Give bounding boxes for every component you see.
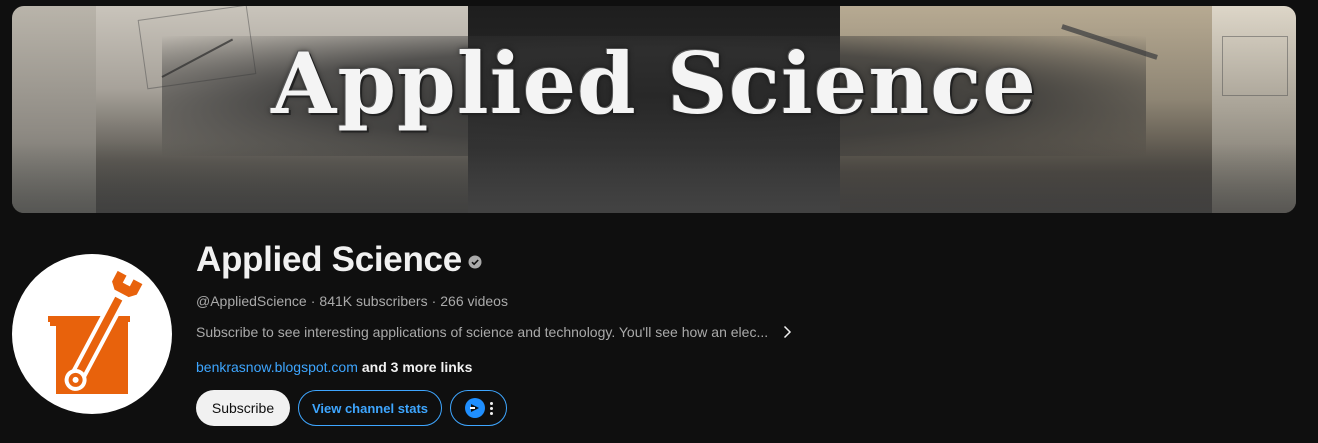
channel-actions: Subscribe View channel stats	[196, 390, 507, 426]
banner-bottom-fade	[12, 143, 1296, 213]
verified-check-icon	[468, 255, 482, 269]
channel-name: Applied Science	[196, 240, 462, 279]
description-text[interactable]: Subscribe to see interesting application…	[196, 324, 768, 340]
extension-logo-icon	[464, 398, 485, 418]
channel-links: benkrasnow.blogspot.com and 3 more links	[196, 357, 794, 377]
banner-title: Applied Science	[271, 34, 1037, 133]
more-links-button[interactable]: and 3 more links	[362, 359, 472, 375]
subscribe-button[interactable]: Subscribe	[196, 390, 290, 426]
channel-meta: @AppliedScience · 841K subscribers · 266 vid…	[196, 291, 794, 311]
beaker-wrench-logo	[48, 270, 143, 394]
channel-avatar[interactable]	[12, 254, 172, 414]
channel-info: Applied Science @AppliedScience · 841K sub…	[196, 240, 794, 377]
meta-separator: ·	[431, 293, 437, 309]
view-channel-stats-button[interactable]: View channel stats	[298, 390, 442, 426]
extension-menu-button[interactable]	[450, 390, 507, 426]
subscriber-count: 841K subscribers	[319, 293, 428, 309]
channel-page: Applied Science Applied Science @Applied…	[0, 0, 1318, 443]
channel-handle: @AppliedScience	[196, 293, 307, 309]
chevron-right-icon[interactable]	[780, 325, 794, 339]
channel-title-row: Applied Science	[196, 240, 794, 280]
channel-description[interactable]: Subscribe to see interesting application…	[196, 321, 794, 343]
channel-external-link[interactable]: benkrasnow.blogspot.com	[196, 359, 358, 375]
meta-separator: ·	[310, 293, 316, 309]
kebab-menu-icon	[489, 401, 493, 415]
channel-banner: Applied Science	[12, 6, 1296, 213]
video-count: 266 videos	[440, 293, 508, 309]
